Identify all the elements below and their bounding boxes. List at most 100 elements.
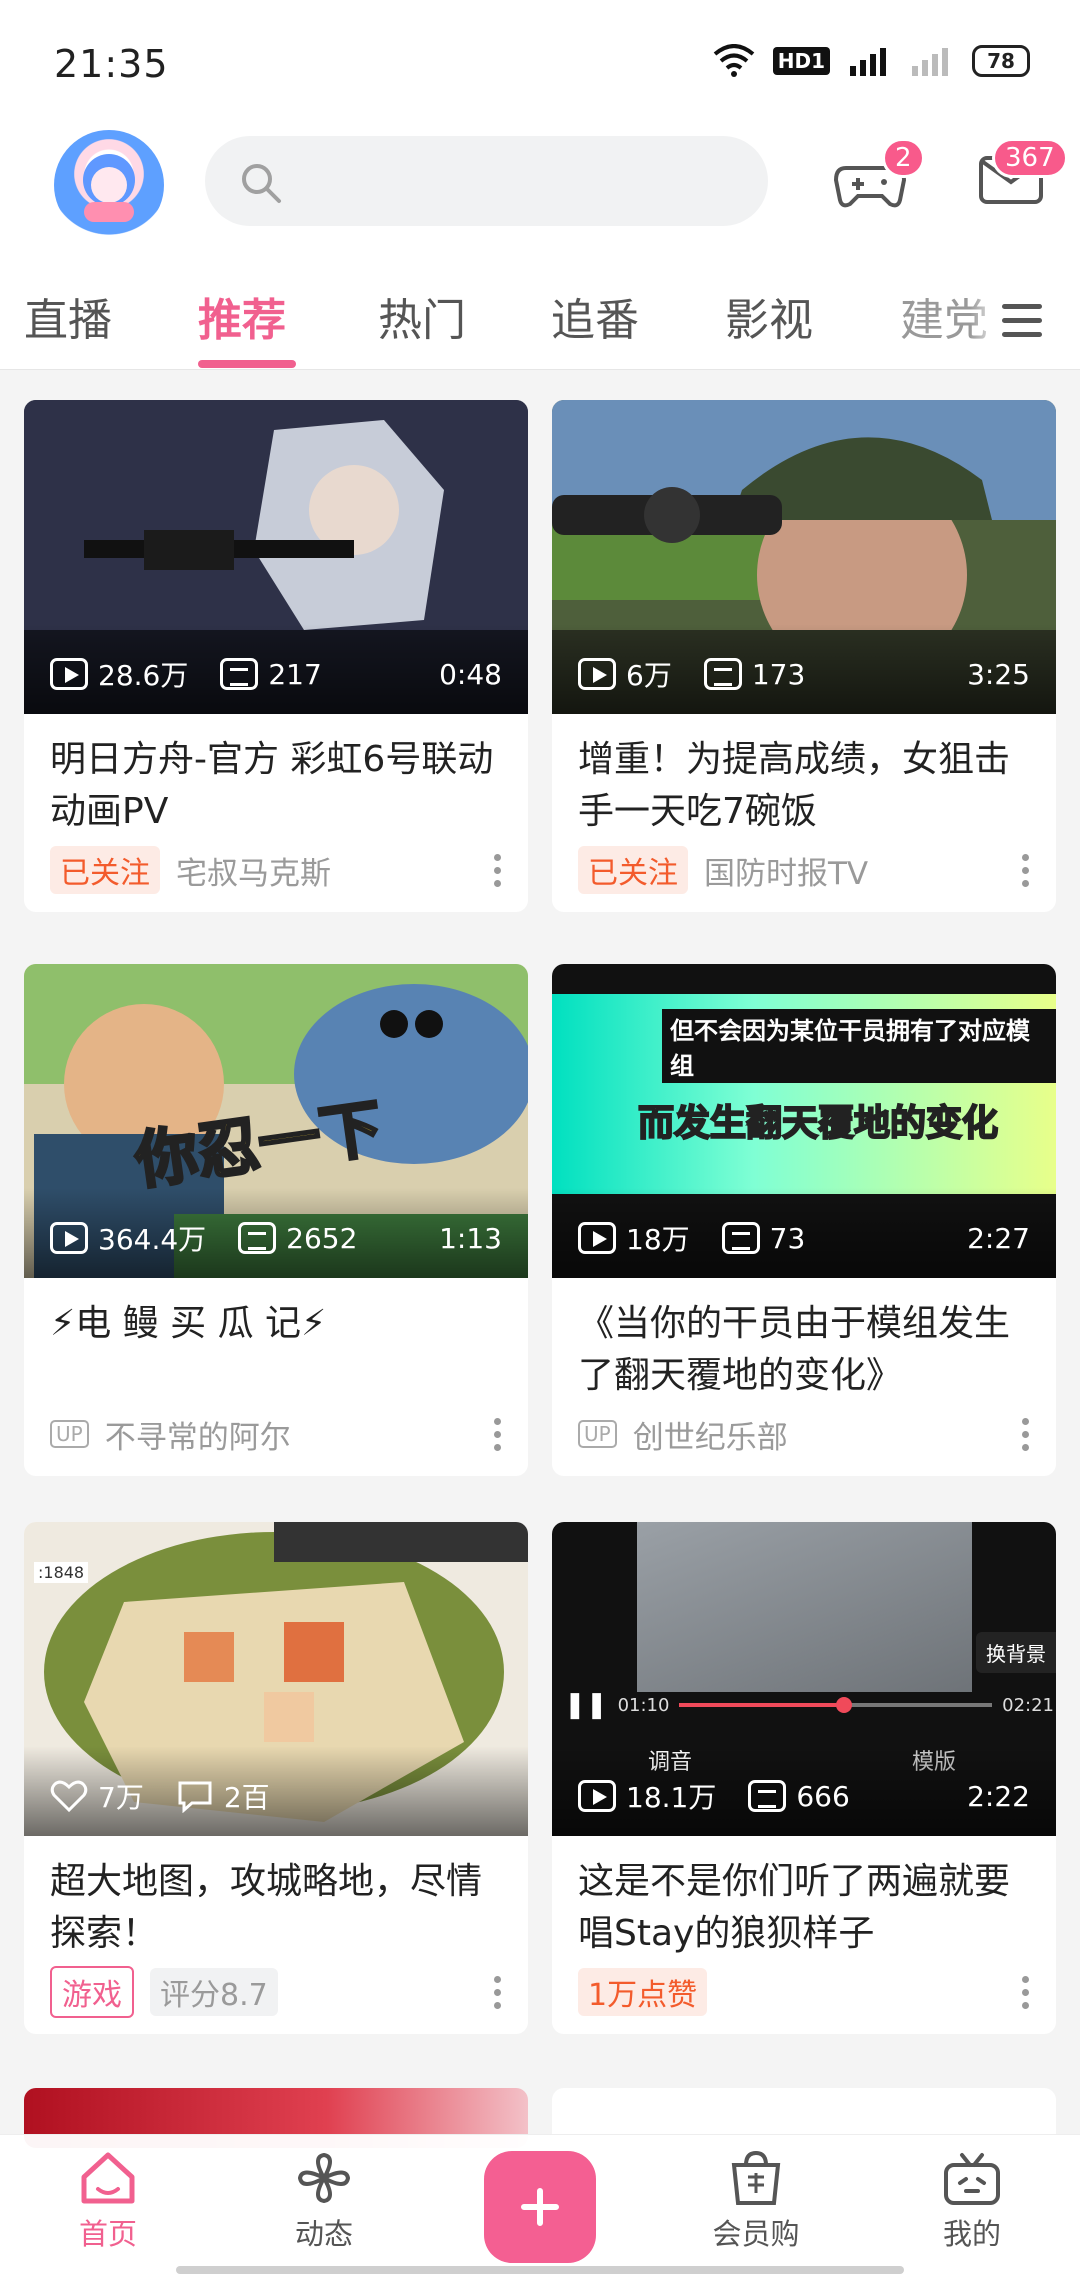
video-duration: 0:48 [439,657,502,691]
video-card[interactable]: 换背景 ❚❚ 01:10 02:21 调音 模版 18.1万 666 2:22 … [552,1522,1056,2034]
shopping-bag-icon [731,2150,781,2205]
more-options-icon[interactable] [494,1417,502,1451]
video-thumbnail[interactable]: 你忍一下 364.4万 2652 1:13 [24,964,528,1278]
video-title[interactable]: 《当你的干员由于模组发生了翻天覆地的变化》 [552,1278,1056,1402]
status-time: 21:35 [54,42,169,86]
play-count-icon [50,658,88,690]
tab-hot[interactable]: 热门 [378,284,466,348]
status-bar: 21:35 HD1 78 [0,0,1080,130]
status-icons: HD1 78 [713,44,1030,78]
up-icon: UP [50,1420,89,1448]
author-name[interactable]: 创世纪乐部 [633,1412,788,1457]
tab-menu-button[interactable] [970,290,1050,350]
video-thumbnail[interactable]: 6万 173 3:25 [552,400,1056,714]
thumbnail-overlay-caption: 但不会因为某位干员拥有了对应模组 [662,1009,1056,1083]
player-progress-knob[interactable] [835,1697,852,1713]
followed-tag: 已关注 [578,846,688,894]
author-name[interactable]: 国防时报TV [704,848,868,893]
pause-icon[interactable]: ❚❚ [564,1690,608,1720]
game-center-button[interactable]: 2 [832,138,925,220]
signal-weak-icon [912,48,948,76]
danmaku-icon [220,658,259,690]
video-thumbnail[interactable]: 但不会因为某位干员拥有了对应模组 而发生翻天覆地的变化 18万 73 2:27 [552,964,1056,1278]
view-count: 18万 [626,1223,690,1256]
nav-home-label: 首页 [78,2217,137,2251]
nav-dynamic[interactable]: 动态 [254,2149,394,2253]
view-count: 364.4万 [98,1223,207,1256]
view-count: 18.1万 [626,1781,717,1814]
nav-mine[interactable]: 我的 [902,2149,1042,2253]
danmaku-count: 666 [796,1779,850,1813]
tab-live[interactable]: 直播 [24,284,112,348]
search-bar[interactable] [205,136,768,226]
messages-button[interactable]: 367 [978,138,1068,220]
plus-icon [521,2188,559,2226]
tab-movies[interactable]: 影视 [725,284,813,348]
author-name[interactable]: 不寻常的阿尔 [105,1412,291,1457]
up-icon: UP [578,1420,617,1448]
nav-shop[interactable]: 会员购 [686,2149,826,2253]
change-background-button[interactable]: 换背景 [976,1632,1056,1673]
score-tag: 评分8.7 [150,1968,278,2016]
play-count-icon [578,658,616,690]
video-card[interactable]: 6万 173 3:25 增重！为提高成绩，女狙击手一天吃7碗饭 已关注 国防时报… [552,400,1056,912]
player-current-time: 01:10 [617,1694,670,1716]
bottom-navigation: 首页 动态 会员购 我的 [0,2134,1080,2280]
thumbnail-overlay-text: 而发生翻天覆地的变化 [637,1102,999,1145]
game-card[interactable]: :1848 7万 2百 超大地图，攻城略地，尽情探索！ 游戏 评分8.7 [24,1522,528,2034]
active-tab-indicator [198,360,296,368]
nav-mine-label: 我的 [942,2217,1001,2251]
map-coordinate-label: :1848 [34,1562,89,1583]
play-count-icon [50,1222,88,1254]
video-stats: 6万 173 3:25 [578,654,1030,694]
nav-home[interactable]: 首页 [38,2149,178,2253]
danmaku-count: 173 [751,657,806,691]
change-background-label: 换背景 [986,1642,1046,1666]
video-thumbnail[interactable]: :1848 7万 2百 [24,1522,528,1836]
wifi-icon [713,44,755,77]
comment-count: 2百 [223,1781,270,1814]
app-bar: 2 367 [0,130,1080,260]
nav-dynamic-label: 动态 [294,2217,353,2251]
video-stats: 364.4万 2652 1:13 [50,1218,502,1258]
video-title[interactable]: 明日方舟-官方 彩虹6号联动动画PV [24,714,528,838]
more-options-icon[interactable] [494,1975,502,2009]
game-tag: 游戏 [50,1966,134,2018]
danmaku-icon [703,658,742,690]
play-count-icon [578,1222,616,1254]
avatar[interactable] [54,130,164,240]
video-card[interactable]: 28.6万 217 0:48 明日方舟-官方 彩虹6号联动动画PV 已关注 宅叔… [24,400,528,912]
view-count: 6万 [626,659,672,692]
video-thumbnail[interactable]: 28.6万 217 0:48 [24,400,528,714]
video-duration: 1:13 [439,1221,502,1255]
publish-button[interactable] [484,2151,596,2263]
author-name[interactable]: 宅叔马克斯 [176,848,331,893]
game-title[interactable]: 超大地图，攻城略地，尽情探索！ [24,1836,528,1960]
nav-shop-label: 会员购 [712,2217,800,2251]
video-stats: 18万 73 2:27 [578,1218,1030,1258]
video-stats: 28.6万 217 0:48 [50,654,502,694]
video-title[interactable]: 增重！为提高成绩，女狙击手一天吃7碗饭 [552,714,1056,838]
tab-anime[interactable]: 追番 [551,284,639,348]
comment-icon [178,1781,212,1813]
video-title[interactable]: ⚡电 鳗 买 瓜 记⚡ [24,1278,528,1402]
game-stats: 7万 2百 [50,1776,502,1816]
more-options-icon[interactable] [1022,1975,1030,2009]
more-options-icon[interactable] [494,853,502,887]
tv-icon [944,2153,1000,2205]
battery-icon: 78 [972,45,1030,77]
video-title[interactable]: 这是不是你们听了两遍就要唱Stay的狼狈样子 [552,1836,1056,1960]
video-card[interactable]: 但不会因为某位干员拥有了对应模组 而发生翻天覆地的变化 18万 73 2:27 … [552,964,1056,1476]
more-options-icon[interactable] [1022,853,1030,887]
danmaku-count: 217 [268,657,322,691]
play-count-icon [578,1780,616,1812]
more-options-icon[interactable] [1022,1417,1030,1451]
game-badge: 2 [882,138,925,178]
video-thumbnail[interactable]: 换背景 ❚❚ 01:10 02:21 调音 模版 18.1万 666 2:22 [552,1522,1056,1836]
player-progress-fill [679,1703,836,1707]
player-progress-track[interactable] [679,1697,993,1713]
like-count: 7万 [98,1781,144,1814]
danmaku-count: 73 [769,1221,806,1255]
tab-recommend[interactable]: 推荐 [198,284,286,348]
video-card[interactable]: 你忍一下 364.4万 2652 1:13 ⚡电 鳗 买 瓜 记⚡ UP 不寻常… [24,964,528,1476]
